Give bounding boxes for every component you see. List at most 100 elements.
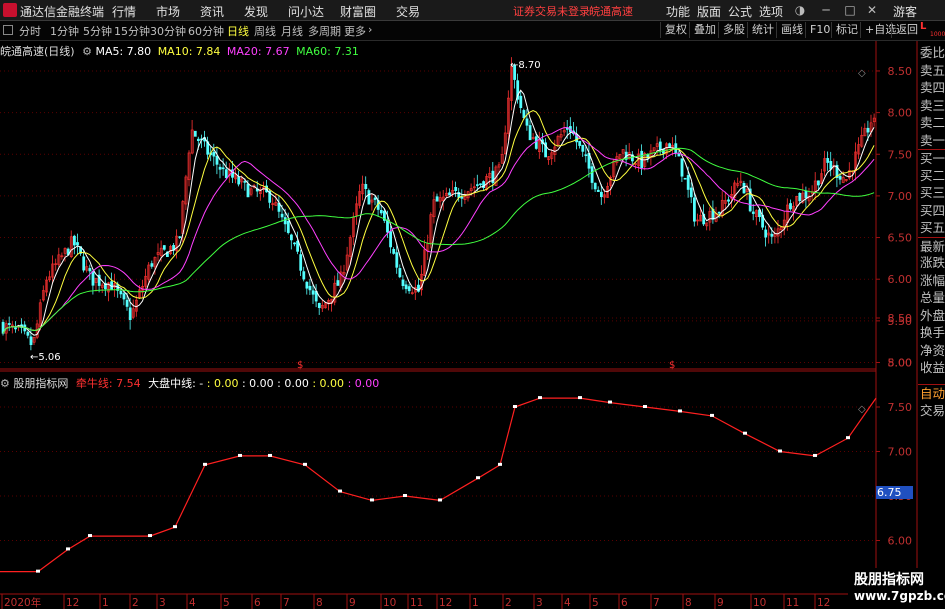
x-tick-label: 12: [817, 597, 830, 609]
side-panel-item[interactable]: 卖五: [918, 62, 945, 79]
indicator-point: [513, 405, 517, 408]
candle-body: [128, 307, 132, 321]
x-tick-label: 5: [223, 597, 230, 609]
x-tick-label: 10: [383, 597, 396, 609]
indicator-point: [678, 409, 682, 413]
candle-body: [73, 235, 76, 246]
side-panel-item[interactable]: 总量: [918, 289, 945, 306]
watermark-url: www.7gpzb.com: [854, 589, 945, 603]
x-tick-label: 4: [564, 597, 571, 609]
panel-top-l: L: [920, 21, 927, 32]
indicator-tick-label: 7.00: [888, 446, 913, 459]
candle-body: [658, 141, 662, 151]
x-tick-label: 6: [254, 597, 261, 609]
side-panel-item[interactable]: 涨跌: [918, 254, 945, 271]
side-panel-item[interactable]: 买四: [918, 202, 945, 219]
side-panel-item[interactable]: 买二: [918, 167, 945, 184]
side-panel-item[interactable]: 卖三: [918, 97, 945, 114]
candle-body: [804, 190, 808, 199]
x-tick-label: 3: [159, 597, 166, 609]
candle-body: [286, 220, 290, 233]
side-panel-item[interactable]: 收益: [918, 359, 945, 376]
candle-body: [838, 175, 842, 180]
x-tick-label: 2: [132, 597, 139, 609]
indicator-point: [710, 413, 714, 417]
watermark-title: 股朋指标网: [854, 572, 924, 588]
price-pane-title: 皖通高速(日线): [0, 45, 75, 58]
candle-body: [162, 245, 166, 250]
indicator-point: [846, 436, 850, 440]
indicator-point: [403, 494, 407, 497]
indicator-point: [36, 569, 40, 573]
x-tick-label: 9: [349, 597, 356, 609]
side-panel-item[interactable]: 换手: [918, 324, 945, 341]
candle-body: [237, 176, 241, 185]
indicator-point: [498, 462, 502, 466]
candle-body: [683, 177, 687, 180]
candle-body: [680, 158, 684, 177]
candle-body: [398, 268, 402, 278]
candle-body: [590, 166, 594, 183]
price-tick-label: 7.00: [888, 190, 913, 203]
candle-body: [150, 263, 154, 267]
x-tick-label: 8: [316, 597, 323, 609]
side-panel-item[interactable]: 外盘: [918, 307, 945, 324]
side-panel-item[interactable]: 自动: [918, 384, 945, 402]
candle-body: [389, 231, 393, 248]
side-panel-item[interactable]: 买五: [918, 219, 945, 236]
candle-body: [317, 303, 321, 308]
indicator-settings-icon[interactable]: ⚙: [0, 377, 10, 390]
candle-body: [727, 199, 730, 202]
indicator-point: [643, 405, 647, 408]
candle-body: [218, 166, 222, 170]
indicator-point: [608, 400, 612, 404]
indicator-point: [778, 449, 782, 453]
kline-chart[interactable]: 8.508.007.507.006.506.005.505.00 8.508.0…: [0, 0, 945, 609]
indicator-point: [370, 498, 374, 502]
candle-body: [91, 270, 95, 286]
ma20-label: MA20: 7.67: [226, 45, 290, 58]
indicator-value-2: : 0.00: [241, 377, 274, 390]
side-panel-item[interactable]: 买一: [918, 149, 945, 166]
candle-body: [764, 229, 768, 238]
indicator-point: [268, 453, 272, 457]
candle-body: [596, 189, 600, 192]
candle-body: [296, 240, 300, 252]
collapse-icon: ◇: [858, 68, 866, 79]
side-panel-item[interactable]: 委比: [918, 44, 945, 61]
indicator-value-5: : 0.00: [347, 377, 380, 390]
candle-body: [221, 167, 225, 170]
indicator-tick-label: 6.00: [888, 535, 913, 548]
candle-body: [289, 234, 293, 241]
x-tick-label: 10: [753, 597, 766, 609]
candle-body: [308, 285, 312, 291]
side-panel-item[interactable]: 买三: [918, 184, 945, 201]
x-tick-label: 7: [283, 597, 290, 609]
side-panel-item[interactable]: 交易: [918, 402, 945, 420]
candle-body: [283, 217, 287, 225]
candle-body: [14, 327, 17, 330]
side-panel-item[interactable]: 最新: [918, 236, 945, 254]
candle-body: [243, 181, 247, 183]
x-tick-label: 11: [410, 597, 423, 609]
candle-body: [215, 155, 219, 165]
candle-body: [581, 144, 585, 152]
side-panel-item[interactable]: 涨幅: [918, 272, 945, 289]
indicator-title[interactable]: 股朋指标网: [13, 377, 68, 390]
indicator-point: [203, 462, 207, 466]
ma5-label: MA5: 7.80: [95, 45, 152, 58]
side-panel-item[interactable]: 卖二: [918, 114, 945, 131]
candle-body: [379, 210, 383, 214]
candle-body: [742, 182, 746, 194]
ma10-line: [2, 109, 875, 334]
side-panel-item[interactable]: 卖一: [918, 132, 945, 149]
x-tick-label: 6: [621, 597, 628, 609]
side-panel-item[interactable]: 卖四: [918, 79, 945, 96]
panel-top-1000: 1000: [930, 31, 945, 38]
collapse-icon: ◇: [858, 404, 866, 415]
candle-body: [751, 211, 755, 214]
settings-icon[interactable]: ⚙: [82, 45, 92, 58]
candle-body: [534, 136, 538, 149]
candle-body: [197, 138, 200, 141]
side-panel-item[interactable]: 净资: [918, 342, 945, 359]
